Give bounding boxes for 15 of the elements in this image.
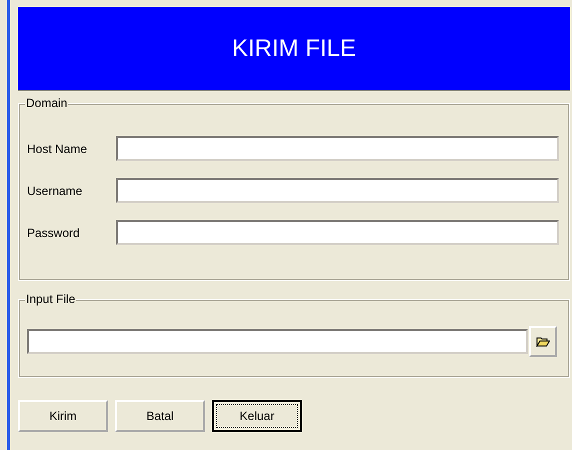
dialog-button[interactable]: Keluar (212, 400, 302, 432)
browse-button[interactable] (529, 326, 557, 357)
group-legend: Domain (25, 96, 68, 110)
field-label: Host Name (27, 142, 88, 156)
dialog-button[interactable]: Kirim (18, 400, 108, 432)
group-legend: Input File (25, 292, 76, 306)
window-title: KIRIM FILE (232, 34, 356, 62)
field-label: Username (27, 184, 84, 198)
input-field[interactable] (27, 329, 528, 354)
input-field[interactable] (116, 136, 559, 161)
input-field[interactable] (116, 220, 559, 245)
field-label: Password (27, 226, 81, 240)
folder-icon (536, 336, 550, 347)
dialog-button[interactable]: Batal (115, 400, 205, 432)
input-field[interactable] (116, 178, 559, 203)
